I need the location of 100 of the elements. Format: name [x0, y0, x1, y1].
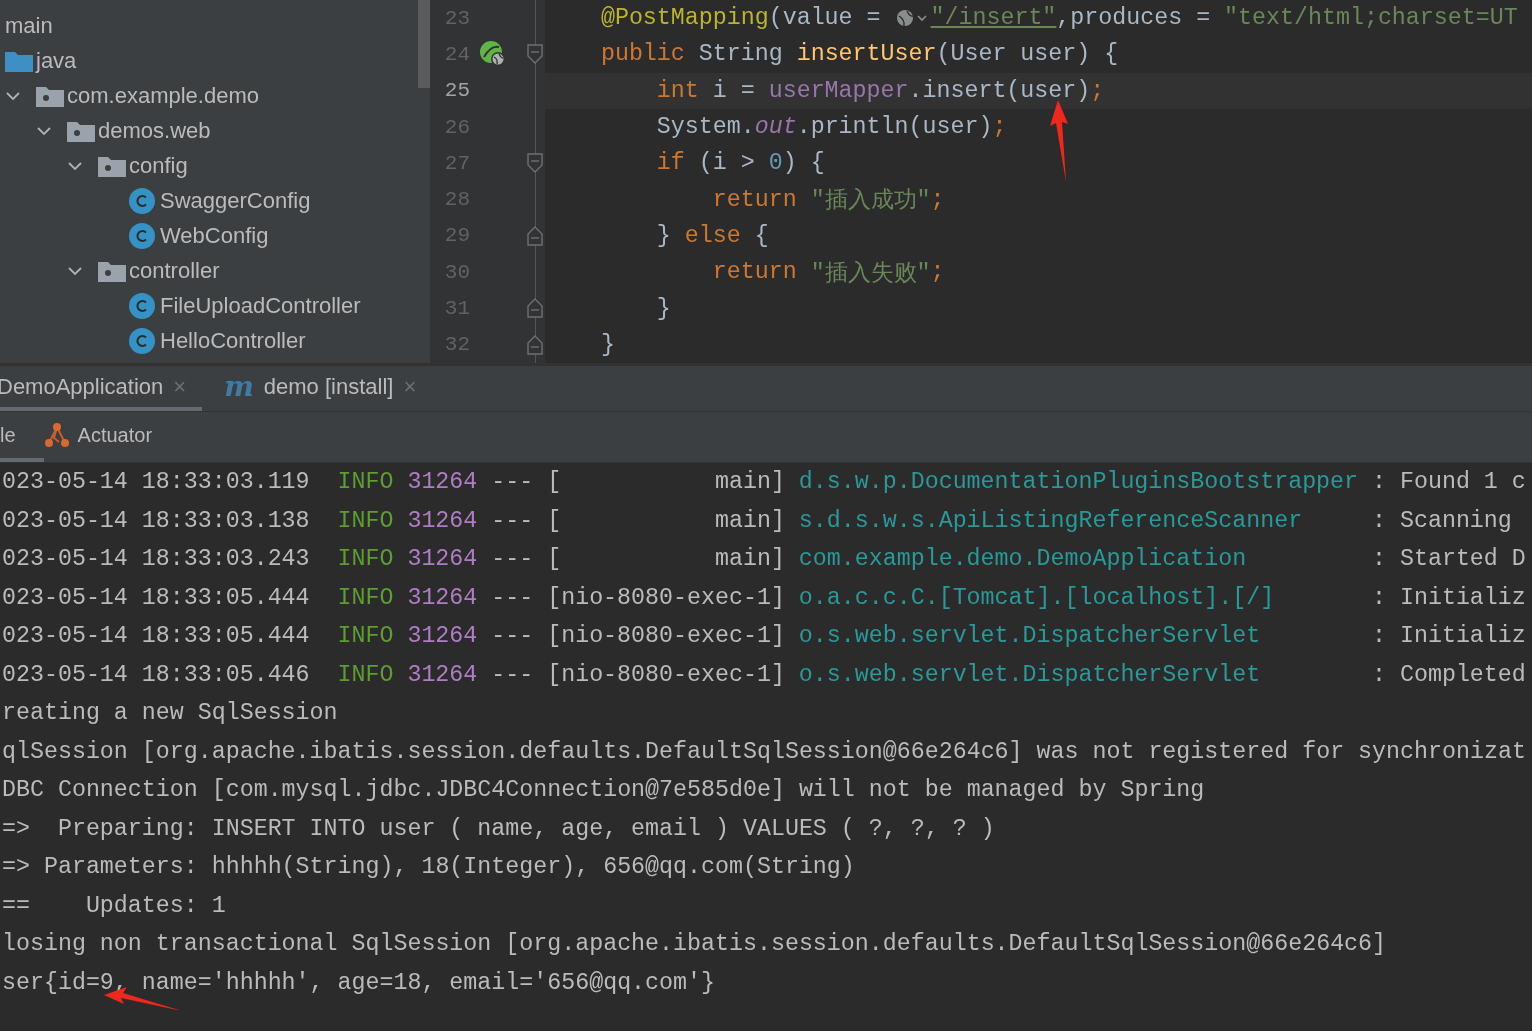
log-logger: com.example.demo.DemoApplication	[798, 546, 1247, 573]
package-icon	[36, 84, 64, 107]
console-line: reating a new SqlSession	[2, 700, 338, 727]
code-line: }	[599, 330, 616, 360]
fold-marker-icon[interactable]	[527, 153, 543, 174]
log-message: Initializ	[1399, 623, 1526, 650]
code-line: @PostMapping(value = "/insert",produces = "text/html;charset=UT	[599, 4, 1519, 34]
log-level: INFO	[337, 546, 394, 573]
code-line: } else {	[655, 221, 770, 251]
package-icon	[67, 119, 95, 142]
code-line: }	[655, 294, 672, 324]
tree-item[interactable]: FileUploadController	[160, 292, 361, 319]
log-thread: [nio-8080-exec-1]	[547, 623, 785, 650]
bean-globe-icon[interactable]	[480, 41, 506, 68]
log-message: Completed	[1399, 661, 1526, 688]
log-level: INFO	[337, 469, 394, 496]
log-pid: 31264	[407, 546, 478, 573]
log-separator: ---	[491, 469, 534, 496]
maven-icon: m	[224, 372, 254, 401]
log-separator: ---	[491, 661, 534, 688]
console-line: DBC Connection [com.mysql.jdbc.JDBC4Connection@7e585d0e] will not be managed by Spring	[2, 777, 1205, 804]
console-line: losing non transactional SqlSession [org.apache.ibatis.session.defaults.DefaultSqlSession@66e264c6]	[2, 931, 1387, 958]
log-pid: 31264	[407, 469, 478, 496]
scrollbar[interactable]	[418, 0, 430, 88]
log-pid: 31264	[407, 507, 478, 534]
log-separator: ---	[491, 507, 534, 534]
package-icon	[98, 154, 126, 177]
class-icon	[129, 292, 155, 319]
tree-item[interactable]: controller	[129, 257, 220, 284]
log-logger: o.a.c.c.C.[Tomcat].[localhost].[/]	[798, 584, 1275, 611]
tree-item[interactable]: main	[5, 12, 53, 39]
tree-item[interactable]: SwaggerConfig	[160, 187, 311, 214]
log-timestamp: 023-05-14 18:33:03.119	[2, 469, 310, 496]
fold-marker-icon[interactable]	[527, 225, 543, 246]
log-thread: [ main]	[547, 469, 785, 496]
log-logger: o.s.web.servlet.DispatcherServlet	[798, 623, 1261, 650]
log-timestamp: 023-05-14 18:33:05.446	[2, 661, 310, 688]
console-line: => Preparing: INSERT INTO user ( name, age, email ) VALUES ( ?, ?, ? )	[2, 815, 995, 842]
tab-label: Actuator	[77, 423, 153, 447]
log-logger: d.s.w.p.DocumentationPluginsBootstrapper	[798, 469, 1359, 496]
tree-item[interactable]: demos.web	[98, 117, 211, 144]
log-separator: :	[1372, 507, 1386, 534]
tab-label: le	[0, 423, 16, 447]
log-logger: s.d.s.w.s.ApiListingReferenceScanner	[798, 507, 1303, 534]
log-separator: ---	[491, 623, 534, 650]
actuator-icon	[43, 422, 70, 448]
fold-marker-icon[interactable]	[527, 44, 543, 65]
package-icon	[98, 259, 126, 282]
code-line: if (i > 0) {	[655, 149, 826, 179]
log-timestamp: 023-05-14 18:33:03.243	[2, 546, 310, 573]
log-level: INFO	[337, 623, 394, 650]
fold-marker-icon[interactable]	[527, 334, 543, 355]
log-message: Found 1 c	[1399, 469, 1526, 496]
code-line: System.out.println(user);	[655, 113, 1008, 143]
log-timestamp: 023-05-14 18:33:05.444	[2, 623, 310, 650]
log-thread: [nio-8080-exec-1]	[547, 661, 785, 688]
folder-icon	[5, 49, 33, 72]
log-separator: :	[1372, 546, 1386, 573]
log-logger: o.s.web.servlet.DispatcherServlet	[798, 661, 1261, 688]
tab-label: demo [install]	[263, 373, 394, 400]
log-separator: :	[1372, 661, 1386, 688]
console-line: => Parameters: hhhhh(String), 18(Integer), 656@qq.com(String)	[2, 854, 855, 881]
tree-item[interactable]: java	[36, 47, 77, 74]
log-separator: :	[1372, 469, 1386, 496]
log-pid: 31264	[407, 623, 478, 650]
tree-item[interactable]: com.example.demo	[67, 82, 259, 109]
class-icon	[129, 187, 155, 214]
tree-item[interactable]: config	[129, 152, 188, 179]
console-line: qlSession [org.apache.ibatis.session.defaults.DefaultSqlSession@66e264c6] was not registered for synchronizat	[2, 738, 1526, 765]
code-line: return "插入成功";	[711, 185, 946, 217]
log-level: INFO	[337, 584, 394, 611]
code-line: return "插入失败";	[711, 258, 946, 289]
console-tab[interactable]: le	[0, 412, 44, 462]
log-message: Started D	[1399, 546, 1526, 573]
log-level: INFO	[337, 507, 394, 534]
log-separator: :	[1372, 623, 1386, 650]
fold-marker-icon[interactable]	[527, 298, 543, 319]
log-timestamp: 023-05-14 18:33:03.138	[2, 507, 310, 534]
log-level: INFO	[337, 661, 394, 688]
log-thread: [nio-8080-exec-1]	[547, 584, 785, 611]
log-timestamp: 023-05-14 18:33:05.444	[2, 584, 310, 611]
log-pid: 31264	[407, 584, 478, 611]
code-line: public String insertUser(User user) {	[599, 40, 1120, 70]
log-separator: :	[1372, 584, 1386, 611]
tree-item[interactable]: WebConfig	[160, 222, 269, 249]
log-separator: ---	[491, 584, 534, 611]
tree-item[interactable]: HelloController	[160, 327, 306, 354]
line-number: 25	[443, 78, 470, 105]
log-thread: [ main]	[547, 546, 785, 573]
class-icon	[129, 222, 155, 249]
run-tab[interactable]: m demo [install] ×	[224, 366, 433, 411]
console-line: == Updates: 1	[2, 892, 226, 919]
log-message: Scanning	[1399, 507, 1512, 534]
console-line: ser{id=9, name='hhhhh', age=18, email='656@qq.com'}	[2, 969, 715, 996]
log-message: Initializ	[1399, 584, 1526, 611]
console-tab[interactable]: Actuator	[43, 412, 181, 462]
class-icon	[129, 327, 155, 354]
log-thread: [ main]	[547, 507, 785, 534]
log-pid: 31264	[407, 661, 478, 688]
log-separator: ---	[491, 546, 534, 573]
